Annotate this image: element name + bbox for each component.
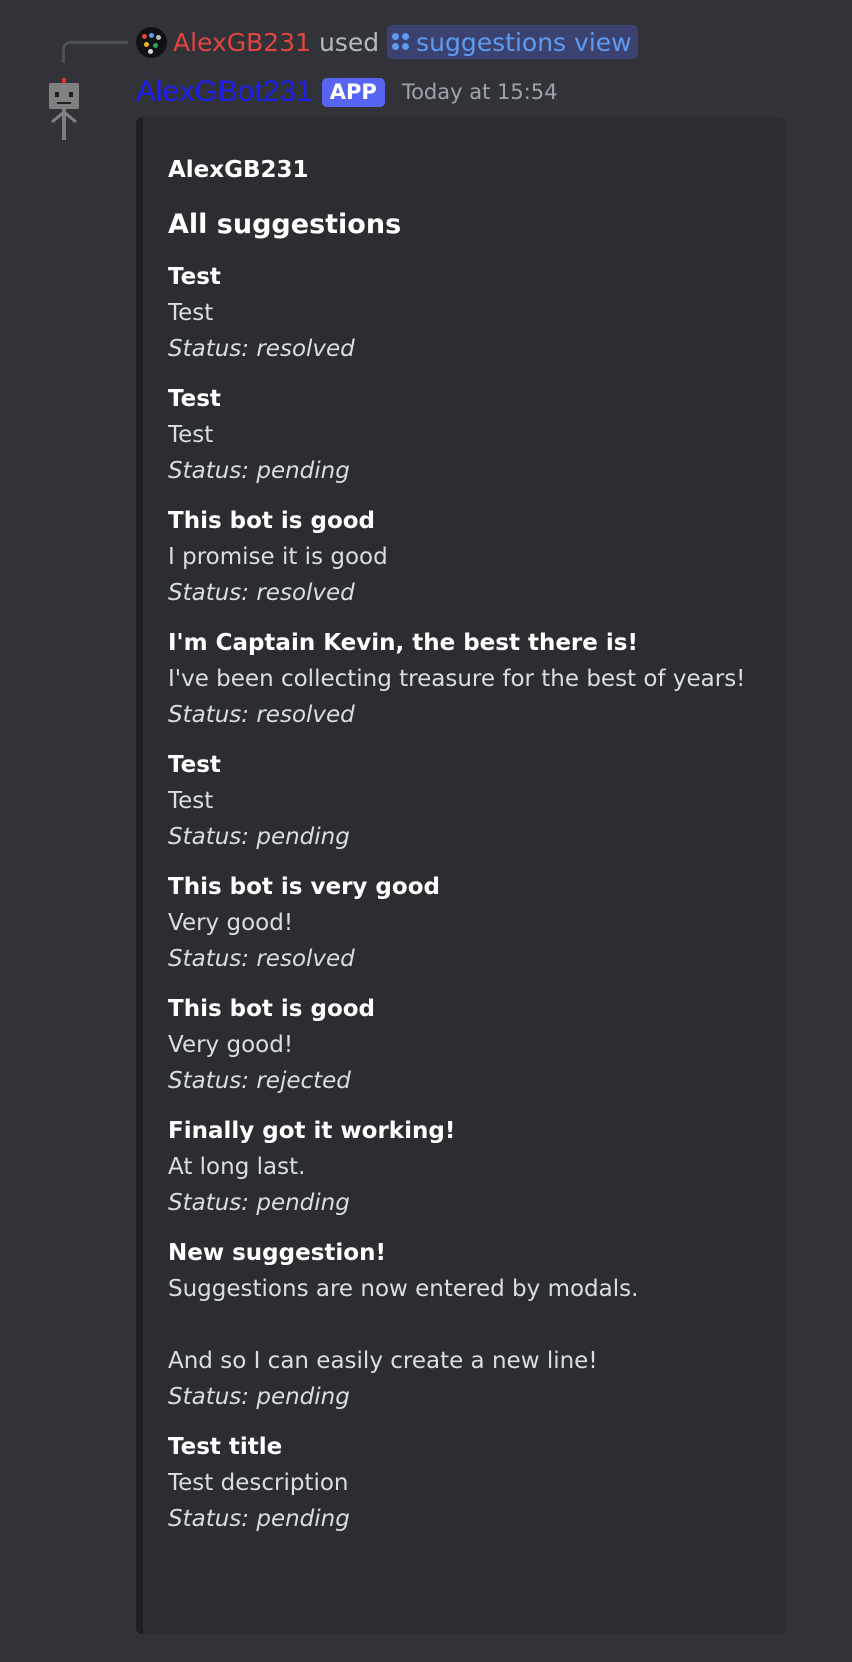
suggestion-title: Test <box>168 264 221 290</box>
suggestion-field: I'm Captain Kevin, the best there is! I'… <box>168 625 765 733</box>
suggestion-description: Test <box>168 300 214 326</box>
suggestion-title: Test <box>168 752 221 778</box>
bot-name[interactable]: AlexGBot231 <box>136 75 313 109</box>
command-used-line: AlexGB231 used suggestions view <box>136 25 638 59</box>
command-chip[interactable]: suggestions view <box>387 25 638 59</box>
embed-author: AlexGB231 <box>168 157 309 183</box>
suggestion-title: New suggestion! <box>168 1240 386 1266</box>
bot-message: AlexGB231 used suggestions view AlexGBot… <box>0 0 852 1662</box>
suggestion-field: New suggestion! Suggestions are now ente… <box>168 1235 765 1415</box>
suggestion-status: Status: pending <box>168 1506 350 1532</box>
suggestion-description: Test <box>168 422 214 448</box>
suggestion-field: This bot is good I promise it is good St… <box>168 503 765 611</box>
suggestion-field: Test title Test description Status: pend… <box>168 1429 765 1537</box>
suggestion-field: This bot is very good Very good! Status:… <box>168 869 765 977</box>
suggestion-title: I'm Captain Kevin, the best there is! <box>168 630 638 656</box>
suggestion-field: Test Test Status: pending <box>168 381 765 489</box>
user-avatar-icon[interactable] <box>136 26 167 58</box>
app-badge: APP <box>321 77 385 107</box>
suggestion-status: Status: pending <box>168 458 350 484</box>
suggestion-field: Test Test Status: pending <box>168 747 765 855</box>
suggestion-status: Status: pending <box>168 1190 350 1216</box>
suggestion-status: Status: resolved <box>168 946 355 972</box>
suggestion-description: I promise it is good <box>168 544 388 570</box>
suggestion-status: Status: resolved <box>168 336 355 362</box>
app-command-icon <box>392 33 410 51</box>
suggestion-description: I've been collecting treasure for the be… <box>168 666 746 692</box>
suggestion-description: At long last. <box>168 1154 306 1180</box>
suggestion-title: Test <box>168 386 221 412</box>
suggestion-title: This bot is good <box>168 508 376 534</box>
suggestion-status: Status: pending <box>168 824 350 850</box>
command-user-name[interactable]: AlexGB231 <box>173 28 311 57</box>
message-timestamp[interactable]: Today at 15:54 <box>402 80 558 104</box>
command-name: suggestions view <box>416 27 632 57</box>
message-header: AlexGBot231 APP Today at 15:54 <box>136 72 558 112</box>
suggestion-field: Test Test Status: resolved <box>168 259 765 367</box>
robot-avatar-icon[interactable] <box>48 78 80 140</box>
suggestions-embed: AlexGB231 All suggestions Test Test Stat… <box>136 117 785 1634</box>
suggestion-description: Very good! <box>168 1032 294 1058</box>
reply-connector <box>62 41 128 63</box>
suggestion-status: Status: resolved <box>168 702 355 728</box>
suggestion-status: Status: resolved <box>168 580 355 606</box>
suggestion-description: Suggestions are now entered by modals. A… <box>168 1276 639 1374</box>
suggestion-description: Test <box>168 788 214 814</box>
suggestion-description: Very good! <box>168 910 294 936</box>
embed-title: All suggestions <box>168 209 402 240</box>
suggestion-description: Test description <box>168 1470 349 1496</box>
suggestion-status: Status: pending <box>168 1384 350 1410</box>
suggestion-title: Test title <box>168 1434 283 1460</box>
suggestion-field: This bot is good Very good! Status: reje… <box>168 991 765 1099</box>
used-label: used <box>319 27 380 57</box>
suggestion-status: Status: rejected <box>168 1068 351 1094</box>
suggestion-title: Finally got it working! <box>168 1118 456 1144</box>
suggestion-field: Finally got it working! At long last. St… <box>168 1113 765 1221</box>
suggestion-title: This bot is very good <box>168 874 440 900</box>
suggestion-title: This bot is good <box>168 996 376 1022</box>
